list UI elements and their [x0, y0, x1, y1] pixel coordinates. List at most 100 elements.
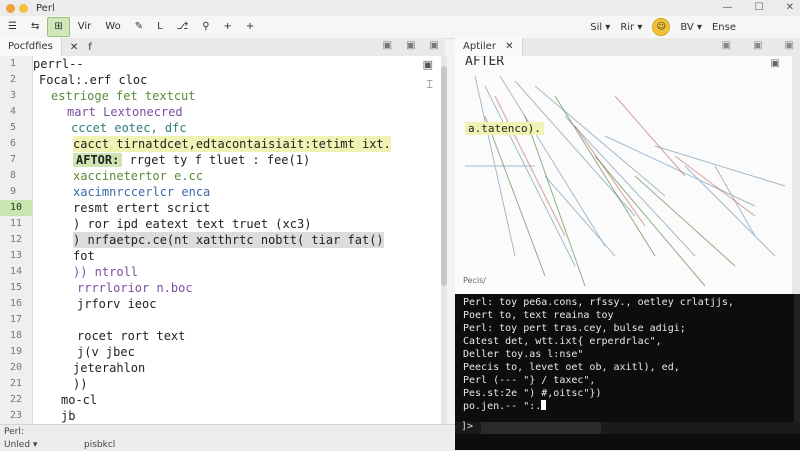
code-line: xaccinetertor e.cc: [73, 169, 204, 183]
window-controls: — ☐ ✕: [723, 0, 794, 16]
editor-side-icon[interactable]: ▣: [423, 58, 433, 71]
line-number: 17: [10, 314, 23, 325]
code-line: ) ror ipd eatext text truet (xc3): [73, 217, 312, 231]
terminal-scrollbar[interactable]: [794, 294, 800, 422]
menu-icon[interactable]: ☰: [2, 18, 23, 36]
preview-corner-icon[interactable]: ▣: [771, 58, 780, 69]
terminal-line: Perl: toy pert tras.cey, bulse adigi;: [463, 323, 686, 334]
add-icon-2[interactable]: +: [240, 18, 260, 36]
panel-icon[interactable]: ▣: [406, 40, 415, 51]
code-line: rocet rort text: [77, 329, 186, 343]
rir-dropdown[interactable]: Rir ▾: [620, 22, 642, 33]
terminal-line-last: po.jen.-- ":.: [463, 400, 547, 413]
terminal-cursor: [541, 400, 547, 410]
close-dot[interactable]: [6, 3, 15, 13]
code-line: rrrrlorior n.boc: [77, 281, 193, 295]
smiley-icon[interactable]: ☺: [652, 18, 671, 36]
wo-button[interactable]: Wo: [99, 18, 126, 36]
minimize-dot[interactable]: [19, 3, 28, 13]
cursor-icon[interactable]: ⌶: [426, 78, 433, 92]
tab-extra[interactable]: f: [88, 42, 92, 53]
line-number: 21: [10, 378, 23, 389]
terminal-line: Perl (--- "} / taxec",: [463, 375, 596, 386]
add-icon[interactable]: +: [218, 18, 238, 36]
line-number: 3: [10, 90, 17, 101]
terminal-line: Perl: toy pe6a.cons, rfssy., oetley crla…: [463, 297, 734, 308]
line-number: 23: [10, 410, 23, 421]
preview-highlight: a.tatenco).: [465, 122, 544, 135]
close-button[interactable]: ✕: [786, 0, 794, 16]
code-line: xacimnrccerlcr enca: [73, 185, 211, 199]
preview-tab-close-icon[interactable]: ✕: [505, 41, 513, 52]
code-line: fot: [73, 249, 95, 263]
status-file[interactable]: Unled ▾: [4, 440, 37, 450]
tab-pocfdfies[interactable]: Pocfdfies: [0, 38, 62, 56]
branch-icon[interactable]: ⎇: [171, 18, 195, 36]
after-rest: rrget ty f tluet : fee(1): [122, 153, 311, 167]
main-toolbar: ☰ ⇆ ⊞ Vir Wo ✎ L ⎇ ⚲ + + Sil ▾ Rir ▾ ☺ B…: [0, 16, 800, 39]
tab-label: Pocfdfies: [8, 41, 53, 52]
line-number: 4: [10, 106, 17, 117]
editor-icons: ▣ ▣ ▣: [383, 40, 439, 51]
terminal-line: Poert to, text reaina toy: [463, 310, 614, 321]
line-number: 1: [10, 58, 17, 69]
terminal-input[interactable]: [481, 422, 601, 434]
preview-icon-3[interactable]: ▣: [785, 40, 794, 51]
terminal-prompt: ]>: [461, 421, 474, 432]
preview-icon-2[interactable]: ▣: [753, 40, 762, 51]
terminal-line: Peecis to, levet oet ob, axitl), ed,: [463, 362, 680, 373]
terminal-line: Catest det, wtt.ixt{ erperdrlac",: [463, 336, 662, 347]
code-line: cccet eotec, dfc: [71, 121, 187, 135]
code-line: mo-cl: [61, 393, 98, 407]
ense-button[interactable]: Ense: [712, 22, 736, 33]
after-keyword: AFTOR:: [73, 153, 123, 167]
l-button[interactable]: L: [151, 18, 169, 36]
editor-scrollbar[interactable]: [441, 56, 447, 424]
preview-scrollbar[interactable]: [792, 56, 800, 294]
split-icon[interactable]: ▣: [383, 40, 392, 51]
search-icon[interactable]: ⚲: [196, 18, 215, 36]
status-info: pisbkcl: [84, 440, 116, 450]
line-number: 16: [10, 298, 23, 309]
preview-icons: ▣ ▣ ▣: [722, 40, 794, 51]
tab-close-icon[interactable]: ✕: [70, 42, 78, 53]
line-number: 14: [10, 266, 23, 277]
edit-icon[interactable]: ✎: [129, 18, 149, 36]
code-line-selected: ) nrfaetpc.ce(nt xatthrtc nobtt( tiar fa…: [73, 232, 384, 248]
minimize-button[interactable]: —: [723, 0, 733, 16]
code-line-highlighted: cacct tirnatdcet,edtacontaisiait:tetimt …: [73, 136, 391, 152]
maximize-button[interactable]: ☐: [755, 0, 764, 16]
line-number: 19: [10, 346, 23, 357]
swap-icon[interactable]: ⇆: [25, 18, 45, 36]
bv-dropdown[interactable]: BV ▾: [680, 22, 702, 33]
more-icon[interactable]: ▣: [430, 40, 439, 51]
preview-tab-label: Aptiler: [463, 41, 496, 52]
code-line: estrioge fet textcut: [51, 89, 196, 103]
line-number-current: 10: [0, 200, 32, 216]
line-number: 7: [10, 154, 17, 165]
terminal-panel[interactable]: Perl: toy pe6a.cons, rfssy., oetley crla…: [455, 294, 800, 450]
line-number: 11: [10, 218, 23, 229]
line-number: 20: [10, 362, 23, 373]
preview-icon-1[interactable]: ▣: [722, 40, 731, 51]
code-line: )): [73, 377, 88, 391]
sil-dropdown[interactable]: Sil ▾: [590, 22, 610, 33]
code-line: jb: [61, 409, 76, 423]
tab-aptiler[interactable]: Aptiler ✕: [455, 38, 523, 56]
preview-sketch: [465, 75, 786, 287]
code-line: jeterahlon: [73, 361, 146, 375]
terminal-last-text: po.jen.-- ":.: [463, 401, 542, 412]
view-button[interactable]: Vir: [72, 18, 98, 36]
code-line-after: AFTOR: rrget ty f tluet : fee(1): [73, 152, 310, 168]
window-title: Perl: [36, 2, 55, 14]
code-line: j(v jbec: [77, 345, 135, 359]
layout-icon[interactable]: ⊞: [47, 17, 70, 37]
editor-scroll-thumb[interactable]: [441, 66, 447, 286]
status-bar: Perl: Unled ▾ pisbkcl: [0, 424, 455, 451]
code-line: mart Lextonecred: [67, 105, 183, 119]
editor-tab-bar: Pocfdfies ✕ f ▣ ▣ ▣: [0, 38, 445, 57]
code-editor[interactable]: perrl-- Focal:.erf cloc estrioge fet tex…: [33, 56, 441, 424]
code-line: resmt ertert scrict: [73, 201, 211, 215]
preview-status: Pecis/: [463, 276, 486, 285]
terminal-line: Deller toy.as l:nse": [463, 349, 584, 360]
